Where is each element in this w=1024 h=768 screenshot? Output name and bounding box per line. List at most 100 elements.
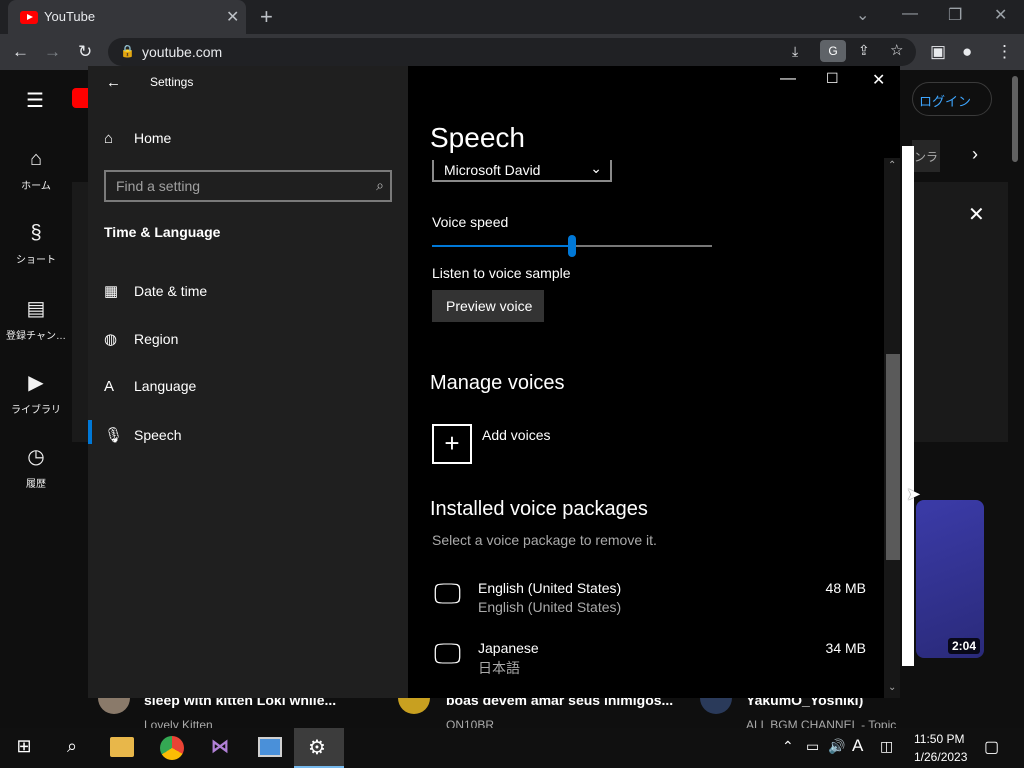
forward-icon[interactable]: → bbox=[44, 42, 61, 62]
speech-monitor-icon: 🖵 bbox=[434, 638, 461, 669]
voice-speed-fill bbox=[432, 245, 572, 247]
tray-chevron-icon[interactable]: ⌃ bbox=[782, 738, 794, 755]
window-title: Settings bbox=[150, 75, 194, 89]
visual-studio-icon[interactable]: ⋈ bbox=[208, 736, 232, 760]
video-duration: 2:04 bbox=[947, 638, 980, 654]
file-explorer-icon[interactable] bbox=[110, 737, 134, 757]
minimize-icon[interactable]: — bbox=[902, 5, 918, 23]
package-name: English (United States) bbox=[478, 580, 622, 596]
address-bar[interactable]: 🔒 youtube.com ⤓ G ⇪ ☆ bbox=[108, 38, 916, 66]
installed-hint: Select a voice package to remove it. bbox=[432, 532, 657, 548]
nav-label: Speech bbox=[134, 427, 182, 443]
control-panel-icon[interactable] bbox=[258, 737, 282, 757]
banner-area bbox=[912, 182, 1008, 442]
nav-label: Language bbox=[134, 378, 197, 394]
clock-time[interactable]: 11:50 PM bbox=[914, 732, 964, 746]
volume-icon[interactable]: 🔊 bbox=[828, 738, 845, 755]
side-panel-icon[interactable]: ▣ bbox=[930, 42, 946, 62]
browser-tab[interactable]: YouTube ✕ bbox=[8, 0, 246, 34]
find-setting-search[interactable]: ⌕ bbox=[104, 170, 392, 202]
bookmark-star-icon[interactable]: ☆ bbox=[890, 41, 903, 59]
preview-voice-label: Preview voice bbox=[446, 298, 533, 314]
tab-title: YouTube bbox=[44, 9, 96, 24]
add-voices-label[interactable]: Add voices bbox=[482, 427, 550, 443]
chrome-menu-icon[interactable]: ⋮ bbox=[996, 42, 1013, 62]
settings-sidebar: ← Settings ⌂ Home ⌕ Time & Language ▦ Date… bbox=[88, 66, 408, 698]
chevron-right-icon[interactable]: › bbox=[972, 144, 978, 165]
globe-icon: ◍ bbox=[104, 331, 118, 348]
voice-package-japanese[interactable]: 🖵 Japanese 日本語 34 MB bbox=[408, 632, 884, 684]
preview-voice-button[interactable]: Preview voice bbox=[432, 290, 544, 322]
add-voices-plus-icon[interactable]: + bbox=[432, 424, 472, 464]
browser-toolbar: ← → ↻ 🔒 youtube.com ⤓ G ⇪ ☆ ▣ ● ⋮ bbox=[0, 34, 1024, 70]
notifications-icon[interactable]: ▢ bbox=[984, 737, 999, 757]
gear-icon: ⚙ bbox=[308, 737, 326, 759]
scrollbar-thumb[interactable] bbox=[886, 354, 900, 560]
search-icon[interactable]: ⌕ bbox=[376, 177, 384, 194]
yt-nav-subscriptions[interactable]: ▤ 登録チャン… bbox=[0, 296, 72, 342]
voice-package-english[interactable]: 🖵 English (United States) English (Unite… bbox=[408, 572, 884, 624]
nav-speech[interactable]: 🎙 Speech bbox=[104, 426, 181, 444]
translate-icon[interactable]: G bbox=[820, 40, 846, 62]
section-title: Time & Language bbox=[104, 224, 221, 240]
chip-label: ンラ bbox=[914, 150, 939, 164]
history-icon: ◷ bbox=[27, 446, 45, 468]
home-icon: ⌂ bbox=[29, 148, 43, 170]
profile-icon[interactable]: ● bbox=[962, 42, 972, 62]
yt-nav-home[interactable]: ⌂ ホーム bbox=[0, 148, 72, 192]
url-text[interactable]: youtube.com bbox=[142, 44, 222, 60]
nav-home[interactable]: ⌂ Home bbox=[104, 130, 171, 147]
yt-nav-shorts[interactable]: § ショート bbox=[0, 222, 72, 266]
scroll-down-icon[interactable]: ⌄ bbox=[888, 682, 896, 693]
settings-taskbar-button[interactable]: ⚙ bbox=[294, 728, 344, 768]
listen-label: Listen to voice sample bbox=[432, 265, 571, 281]
page-title: Speech bbox=[430, 122, 525, 153]
nav-region[interactable]: ◍ Region bbox=[104, 330, 178, 348]
share-icon[interactable]: ⇪ bbox=[858, 42, 870, 59]
chrome-icon[interactable] bbox=[160, 736, 184, 760]
nav-date-time[interactable]: ▦ Date & time bbox=[104, 282, 207, 300]
page-scrollbar[interactable] bbox=[1012, 76, 1018, 162]
window-close-icon[interactable]: ✕ bbox=[872, 70, 885, 90]
ime-mode-icon[interactable]: ◫ bbox=[880, 738, 893, 755]
video-thumbnail[interactable]: 2:04 bbox=[916, 500, 984, 658]
install-icon[interactable]: ⤓ bbox=[792, 43, 798, 60]
back-arrow-icon[interactable]: ← bbox=[106, 74, 121, 91]
voice-speed-track[interactable] bbox=[432, 235, 712, 257]
tab-close-icon[interactable]: ✕ bbox=[226, 7, 239, 27]
nav-language[interactable]: A Language bbox=[104, 378, 196, 395]
yt-nav-library[interactable]: ▶ ライブラリ bbox=[0, 370, 72, 416]
banner-close-icon[interactable]: ✕ bbox=[968, 202, 985, 227]
yt-nav-label: ホーム bbox=[21, 181, 51, 192]
reload-icon[interactable]: ↻ bbox=[78, 42, 92, 62]
voice-select[interactable]: Microsoft David ⌄ bbox=[432, 160, 612, 182]
voice-speed-thumb[interactable] bbox=[568, 235, 576, 257]
new-tab-button[interactable]: + bbox=[260, 4, 273, 30]
back-icon[interactable]: ← bbox=[12, 42, 29, 62]
filter-chip[interactable]: ンラ bbox=[912, 140, 940, 172]
search-input[interactable] bbox=[114, 176, 354, 196]
hamburger-menu-icon[interactable]: ☰ bbox=[26, 88, 44, 113]
window-maximize-icon[interactable]: ☐ bbox=[826, 70, 839, 87]
lock-icon[interactable]: 🔒 bbox=[120, 44, 135, 58]
browser-tab-strip: YouTube ✕ + ⌄ — ❐ ✕ bbox=[0, 0, 1024, 34]
subscriptions-icon: ▤ bbox=[26, 298, 46, 320]
nav-home-label: Home bbox=[134, 130, 172, 146]
search-icon[interactable]: ⌕ bbox=[60, 736, 84, 760]
window-edge-strip bbox=[902, 146, 914, 666]
close-window-icon[interactable]: ✕ bbox=[994, 5, 1007, 25]
microphone-icon: 🎙 bbox=[104, 427, 124, 444]
windows-start-icon[interactable]: ⊞ bbox=[12, 736, 36, 760]
window-minimize-icon[interactable]: — bbox=[780, 70, 796, 88]
package-size: 34 MB bbox=[825, 640, 866, 656]
yt-nav-history[interactable]: ◷ 履歴 bbox=[0, 444, 72, 490]
scroll-up-icon[interactable]: ⌃ bbox=[888, 160, 896, 171]
calendar-clock-icon: ▦ bbox=[104, 283, 119, 300]
ime-indicator[interactable]: A bbox=[852, 736, 863, 756]
clock-date[interactable]: 1/26/2023 bbox=[914, 750, 967, 764]
network-icon[interactable]: ▭ bbox=[806, 738, 819, 755]
login-button[interactable]: ログイン bbox=[912, 82, 992, 116]
restore-icon[interactable]: ❐ bbox=[948, 5, 962, 25]
settings-scrollbar[interactable]: ⌃ ⌄ bbox=[884, 158, 900, 698]
tab-search-icon[interactable]: ⌄ bbox=[856, 5, 869, 25]
